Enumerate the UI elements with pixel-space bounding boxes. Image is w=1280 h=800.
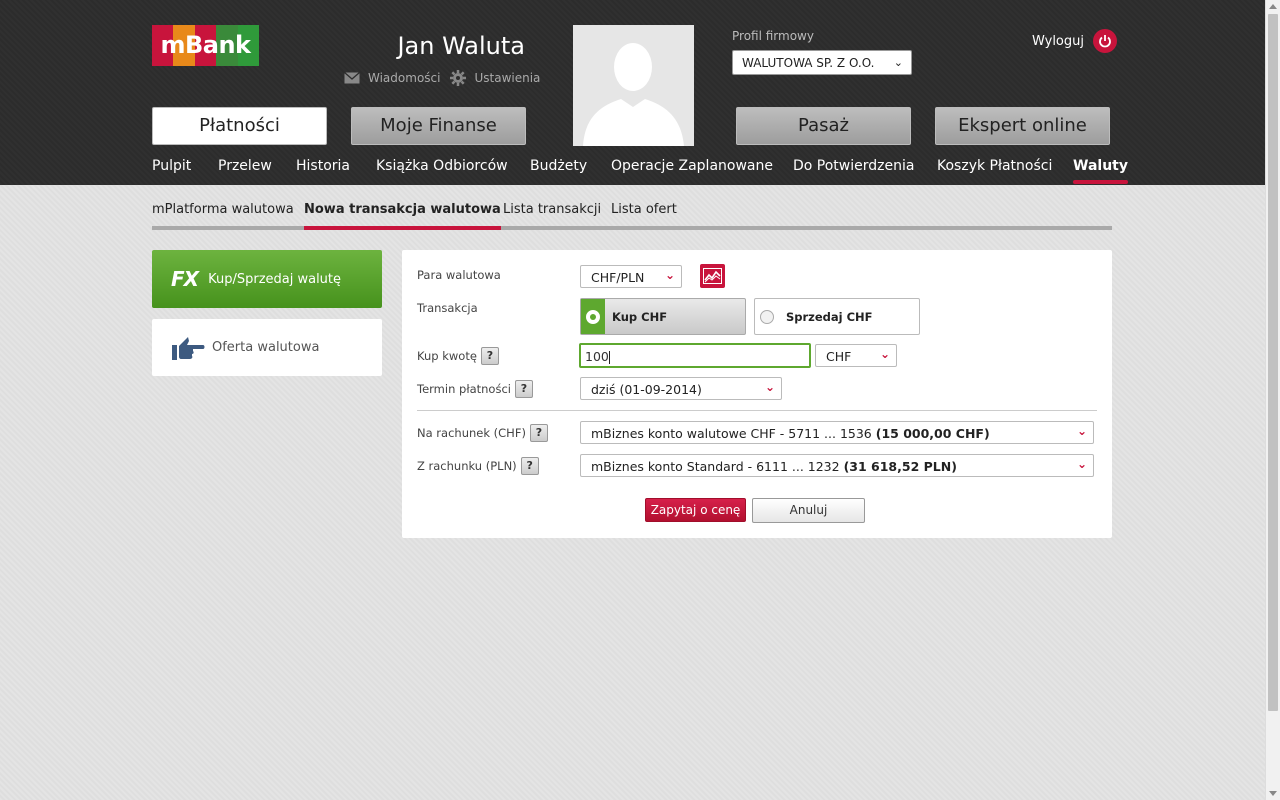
help-icon[interactable]: ? [480,347,499,365]
to-account-select[interactable]: mBiznes konto walutowe CHF - 5711 ... 15… [580,421,1094,444]
chevron-down-icon: ⌄ [764,380,775,394]
user-links: Wiadomości Ustawienia [344,70,540,86]
help-icon[interactable]: ? [529,424,548,442]
chart-icon [703,268,722,284]
from-account-balance: (31 618,52 PLN) [843,459,957,474]
chevron-down-icon: ⌄ [1076,457,1087,471]
profile-select[interactable]: WALUTOWA SP. Z O.O. ⌄ [732,50,912,75]
from-account-value: mBiznes konto Standard - 6111 ... 1232 [591,459,840,474]
scrollbar-thumb[interactable] [1268,14,1278,711]
vertical-scrollbar[interactable] [1265,0,1280,800]
sell-chf-radio[interactable]: Sprzedaj CHF [754,298,920,335]
settings-label: Ustawienia [474,71,541,85]
amount-value: 100 [585,349,609,364]
profile-label: Profil firmowy [732,29,814,43]
messages-link[interactable]: Wiadomości [344,70,440,86]
from-account-label: Z rachunku (PLN) ? [417,457,539,475]
form-divider [417,410,1097,411]
gear-icon [450,70,467,86]
text-caret [608,351,610,364]
chevron-down-icon: ⌄ [1076,424,1087,438]
tabs-underline [152,226,1112,230]
help-icon[interactable]: ? [520,457,539,475]
subnav-item-budzety[interactable]: Budżety [530,158,587,174]
tab-mplatforma-walutowa[interactable]: mPlatforma walutowa [152,202,294,217]
scroll-down-arrow-icon[interactable] [1269,791,1277,796]
amount-input[interactable]: 100 [579,343,811,368]
payment-term-value: dziś (01-09-2014) [591,382,702,397]
buy-chf-radio[interactable]: Kup CHF [580,298,746,335]
currency-pair-select[interactable]: CHF/PLN ⌄ [580,265,682,288]
tab-lista-ofert[interactable]: Lista ofert [611,202,677,217]
side-item-offer-label: Oferta walutowa [212,340,320,355]
subnav-item-ksiazka-odbiorcow[interactable]: Książka Odbiorców [376,158,508,174]
subnav-item-przelew[interactable]: Przelew [218,158,272,174]
user-silhouette-icon [583,43,684,146]
mbank-logo[interactable]: mBank [152,25,259,66]
radio-checked-icon [586,309,600,324]
amount-label: Kup kwotę ? [417,347,499,365]
chevron-down-icon: ⌄ [893,56,903,69]
logo-text: mBank [160,31,251,59]
main-button-expert-online[interactable]: Ekspert online [935,107,1110,145]
settings-link[interactable]: Ustawienia [450,70,540,86]
logout-button[interactable]: Wyloguj [1032,29,1117,53]
main-button-payments[interactable]: Płatności [152,107,327,145]
currency-pair-label: Para walutowa [417,268,501,282]
from-account-select[interactable]: mBiznes konto Standard - 6111 ... 1232 (… [580,454,1094,477]
buy-chf-label: Kup CHF [612,309,668,324]
to-account-value: mBiznes konto walutowe CHF - 5711 ... 15… [591,426,872,441]
help-icon[interactable]: ? [514,380,533,398]
currency-tabs: mPlatforma walutowa Nowa transakcja walu… [152,202,1112,230]
radio-unchecked-icon [760,309,774,324]
sell-chf-label: Sprzedaj CHF [786,309,873,324]
payment-term-select[interactable]: dziś (01-09-2014) ⌄ [580,377,782,400]
tab-lista-transakcji[interactable]: Lista transakcji [503,202,601,217]
side-item-buy-sell-currency[interactable]: FX Kup/Sprzedaj walutę [152,250,382,308]
chevron-down-icon: ⌄ [664,268,675,282]
logout-label: Wyloguj [1032,33,1084,49]
ask-price-button[interactable]: Zapytaj o cenę [645,498,746,522]
user-name: Jan Waluta [397,32,525,60]
amount-currency-select[interactable]: CHF ⌄ [815,344,897,367]
subnav-item-waluty[interactable]: Waluty [1073,158,1128,184]
profile-value: WALUTOWA SP. Z O.O. [742,56,875,70]
transaction-form: Para walutowa CHF/PLN ⌄ Transakcja Kup C… [402,250,1112,538]
currency-pair-value: CHF/PLN [591,270,645,285]
fx-icon: FX [171,267,199,291]
tab-nowa-transakcja[interactable]: Nowa transakcja walutowa [304,202,501,230]
subnav-item-historia[interactable]: Historia [296,158,350,174]
chevron-down-icon: ⌄ [879,347,890,361]
transaction-label: Transakcja [417,301,478,315]
pointing-hand-icon [172,336,205,360]
payment-term-label: Termin płatności ? [417,380,533,398]
envelope-icon [344,72,360,84]
to-account-balance: (15 000,00 CHF) [875,426,990,441]
side-item-buy-sell-label: Kup/Sprzedaj walutę [208,271,342,287]
side-item-currency-offer[interactable]: Oferta walutowa [152,319,382,376]
main-button-my-finances[interactable]: Moje Finanse [351,107,526,145]
top-header: mBank Jan Waluta Wiadomości Ustawienia P… [0,0,1265,185]
cancel-button[interactable]: Anuluj [752,498,865,523]
to-account-label: Na rachunek (CHF) ? [417,424,548,442]
subnav-item-pulpit[interactable]: Pulpit [152,158,191,174]
avatar[interactable] [573,25,694,146]
power-icon [1093,29,1117,53]
messages-label: Wiadomości [368,71,441,85]
scroll-up-arrow-icon[interactable] [1269,4,1277,9]
subnav-item-do-potwierdzenia[interactable]: Do Potwierdzenia [793,158,914,174]
main-button-passage[interactable]: Pasaż [736,107,911,145]
subnav-item-koszyk-platnosci[interactable]: Koszyk Płatności [937,158,1052,174]
rate-chart-button[interactable] [700,264,725,288]
amount-currency-value: CHF [826,349,852,364]
subnav-item-operacje-zaplanowane[interactable]: Operacje Zaplanowane [611,158,773,174]
